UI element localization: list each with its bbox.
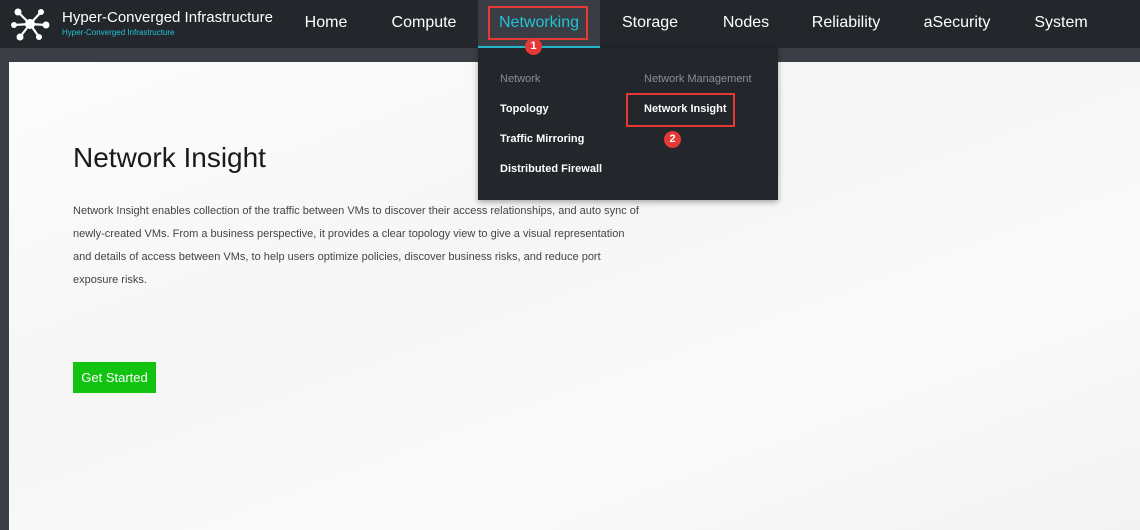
dropdown-header-network-management: Network Management [644,73,752,85]
nav-home[interactable]: Home [296,0,356,48]
nav-system[interactable]: System [1026,0,1096,48]
get-started-button[interactable]: Get Started [73,362,156,393]
page-title: Network Insight [73,142,266,173]
step-badge-1: 1 [525,38,542,55]
brand-subtitle: Hyper-Converged Infrastructure [62,28,175,37]
dropdown-header-network: Network [500,73,541,85]
menu-item-traffic-mirroring[interactable]: Traffic Mirroring [500,133,584,145]
nav-nodes[interactable]: Nodes [712,0,780,48]
menu-item-topology[interactable]: Topology [500,103,549,115]
nav-asecurity[interactable]: aSecurity [914,0,1000,48]
brand[interactable]: Hyper-Converged Infrastructure Hyper-Con… [8,4,273,44]
nav-compute[interactable]: Compute [382,0,466,48]
page-description: Network Insight enables collection of th… [73,205,639,286]
highlight-box-network-insight [626,93,735,127]
highlight-box-networking [488,6,588,40]
nav-storage[interactable]: Storage [612,0,688,48]
step-badge-2: 2 [664,131,681,148]
nav-reliability[interactable]: Reliability [806,0,886,48]
menu-item-distributed-firewall[interactable]: Distributed Firewall [500,163,602,175]
brand-title: Hyper-Converged Infrastructure [62,9,273,26]
network-nodes-icon [11,8,50,41]
